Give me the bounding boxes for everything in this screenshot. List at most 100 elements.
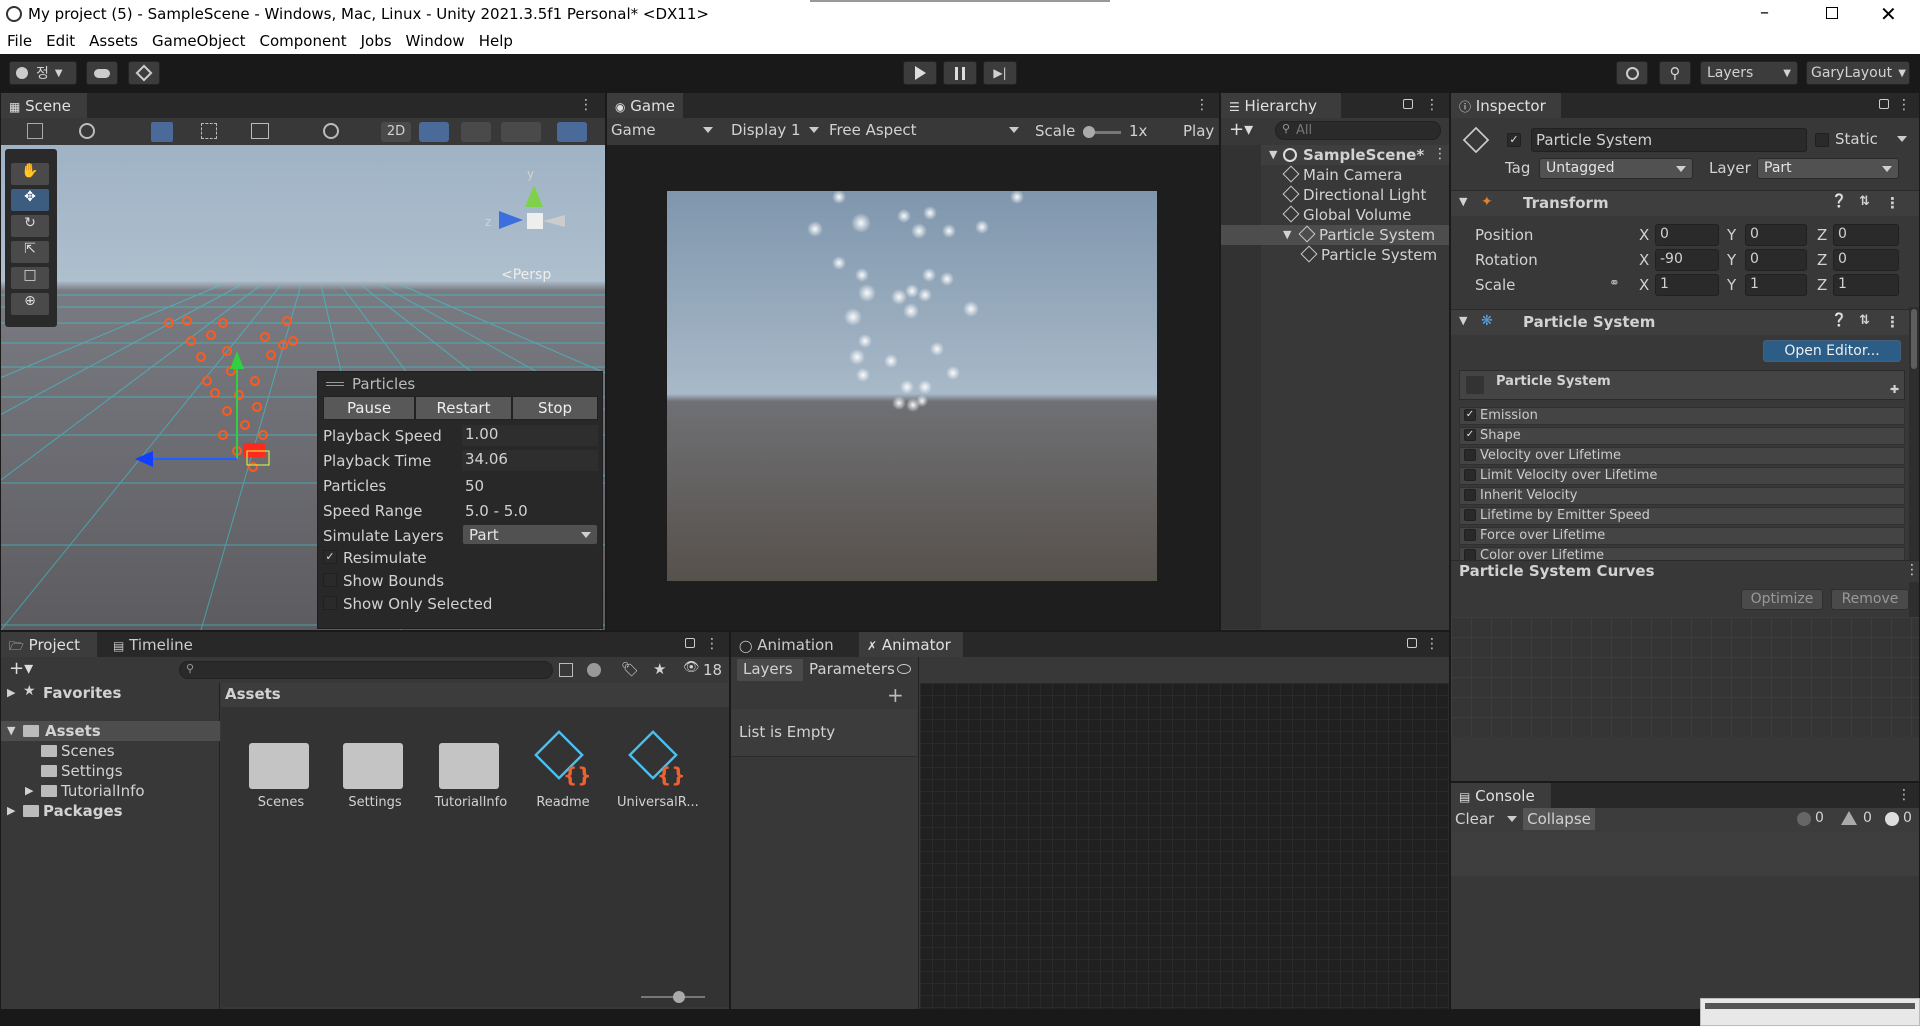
show-only-selected-checkbox[interactable]	[323, 596, 337, 610]
folder-row-tutorialinfo[interactable]: ▶ TutorialInfo	[1, 781, 220, 801]
error-icon[interactable]	[1885, 812, 1899, 826]
audio-icon[interactable]	[461, 122, 491, 142]
console-log[interactable]	[1451, 832, 1919, 1008]
tag-dropdown[interactable]: Untagged	[1539, 158, 1693, 179]
hierarchy-item[interactable]: Main Camera	[1261, 165, 1449, 185]
ps-module-row[interactable]: Lifetime by Emitter Speed	[1459, 507, 1905, 525]
particle-system-header[interactable]: ▼ ❋ Particle System ❔ ⇅ ⋮	[1451, 309, 1919, 335]
ps-module-row[interactable]: Velocity over Lifetime	[1459, 447, 1905, 465]
warning-icon[interactable]	[1841, 811, 1857, 825]
add-layer-button[interactable]: +	[887, 683, 904, 707]
project-menu-icon[interactable]: ⋮	[705, 636, 719, 652]
breadcrumb-label[interactable]: Assets	[225, 685, 281, 703]
inspector-scrollbar[interactable]	[1909, 307, 1919, 647]
play-focused-dropdown[interactable]: Play	[1183, 122, 1214, 140]
lock-icon[interactable]	[1879, 99, 1889, 109]
collapse-button[interactable]: Collapse	[1523, 808, 1595, 830]
filter-type-icon[interactable]	[587, 663, 601, 677]
taskbar-thumbnail[interactable]	[1700, 998, 1920, 1026]
tab-game[interactable]: ◉ Game	[607, 93, 683, 118]
presets-icon[interactable]: ⇅	[1859, 194, 1870, 209]
ps-module-row[interactable]: Force over Lifetime	[1459, 527, 1905, 545]
asset-folder-tutorialinfo[interactable]: TutorialInfo	[429, 735, 509, 815]
scale-slider-knob[interactable]	[1083, 126, 1095, 138]
hierarchy-item[interactable]: Particle System	[1261, 245, 1449, 265]
scale-z-field[interactable]: 1	[1833, 274, 1899, 296]
drag-handle-icon[interactable]	[326, 382, 344, 386]
restore-button[interactable]	[1822, 3, 1846, 27]
account-button[interactable]: 정 ▼	[9, 61, 77, 85]
asset-folder-settings[interactable]: Settings	[335, 735, 415, 815]
curves-menu-icon[interactable]: ⋮	[1905, 562, 1919, 578]
rect-tool-icon[interactable]: □	[11, 267, 49, 289]
position-z-field[interactable]: 0	[1833, 224, 1899, 246]
effects-icon[interactable]	[501, 122, 541, 142]
draw-mode-icon[interactable]	[27, 123, 43, 139]
hierarchy-item[interactable]: Global Volume	[1261, 205, 1449, 225]
scene-menu-icon[interactable]: ⋮	[579, 97, 593, 113]
grid-icon[interactable]	[201, 123, 217, 139]
scale-y-field[interactable]: 1	[1745, 274, 1807, 296]
layers-dropdown[interactable]: Layers ▼	[1700, 61, 1798, 85]
chevron-down-icon[interactable]	[1507, 816, 1517, 827]
layout-dropdown[interactable]: GaryLayout ▼	[1806, 61, 1910, 85]
search-scope-icon[interactable]	[559, 663, 573, 677]
animator-menu-icon[interactable]: ⋮	[1425, 636, 1439, 652]
add-module-icon[interactable]: ✚	[1890, 383, 1899, 396]
hierarchy-menu-icon[interactable]: ⋮	[1425, 97, 1439, 113]
menu-jobs[interactable]: Jobs	[354, 29, 399, 54]
menu-help[interactable]: Help	[472, 29, 520, 54]
curves-area[interactable]	[1451, 617, 1919, 737]
component-menu-icon[interactable]: ⋮	[1885, 313, 1900, 331]
history-button[interactable]	[1616, 61, 1648, 85]
console-menu-icon[interactable]: ⋮	[1897, 787, 1911, 803]
display-dropdown[interactable]: Display 1	[731, 121, 821, 139]
tab-inspector[interactable]: ⓘ Inspector	[1451, 93, 1561, 118]
lock-icon[interactable]	[1407, 638, 1417, 648]
menu-edit[interactable]: Edit	[39, 29, 82, 54]
close-window-button[interactable]: ✕	[1880, 2, 1904, 26]
folder-row-settings[interactable]: Settings	[1, 761, 220, 781]
component-menu-icon[interactable]: ⋮	[1885, 194, 1900, 212]
tab-project[interactable]: 🗁 Project	[1, 632, 97, 657]
rotation-z-field[interactable]: 0	[1833, 249, 1899, 271]
position-x-field[interactable]: 0	[1655, 224, 1719, 246]
ps-main-module[interactable]: Particle System ✚	[1459, 370, 1905, 400]
playback-speed-field[interactable]: 1.00	[462, 425, 598, 446]
ps-module-checkbox[interactable]	[1464, 489, 1476, 501]
position-y-field[interactable]: 0	[1745, 224, 1807, 246]
project-search-input[interactable]: ⚲	[179, 661, 553, 679]
search-button[interactable]: ⚲	[1659, 61, 1691, 85]
tab-timeline[interactable]: ▤ Timeline	[105, 632, 215, 657]
scene-viewport[interactable]: ✋ ✥ ↻ ⇱ □ ⊕ y z <Persp Particles Pause R…	[1, 145, 605, 630]
constrain-proportions-icon[interactable]: ⚭	[1609, 276, 1620, 291]
ps-module-checkbox[interactable]	[1464, 529, 1476, 541]
increment-snap-icon[interactable]	[251, 123, 269, 139]
menu-gameobject[interactable]: GameObject	[145, 29, 253, 54]
object-name-field[interactable]: Particle System	[1531, 128, 1807, 152]
tab-console[interactable]: ▤ Console	[1451, 783, 1551, 808]
scene-menu-icon[interactable]: ⋮	[1433, 146, 1447, 162]
help-icon[interactable]: ❔	[1831, 194, 1847, 209]
minimize-button[interactable]: –	[1760, 2, 1784, 26]
chevron-down-icon[interactable]	[1897, 136, 1907, 147]
cloud-button[interactable]	[86, 61, 118, 85]
curves-header[interactable]: Particle System Curves ⋮	[1451, 560, 1919, 582]
remove-button[interactable]: Remove	[1831, 589, 1909, 610]
pause-particles-button[interactable]: Pause	[323, 396, 415, 420]
persp-label[interactable]: <Persp	[501, 267, 551, 283]
hidden-packages-icon[interactable]: 👁	[683, 660, 700, 675]
ps-module-row[interactable]: ✓ Emission	[1459, 407, 1905, 425]
render-mode-icon[interactable]	[323, 123, 339, 139]
menu-file[interactable]: File	[0, 29, 39, 54]
parameters-tab-button[interactable]: Parameters	[805, 659, 905, 681]
scene-root-row[interactable]: ▼ SampleScene* ⋮	[1261, 145, 1449, 165]
asset-readme[interactable]: {} Readme	[523, 727, 603, 817]
ps-module-checkbox[interactable]	[1464, 509, 1476, 521]
asset-universal-render[interactable]: {} UniversalR...	[617, 727, 707, 817]
aspect-dropdown[interactable]: Free Aspect	[829, 121, 999, 139]
menu-window[interactable]: Window	[399, 29, 472, 54]
packages-row[interactable]: ▶ Packages	[1, 801, 220, 821]
visibility-icon[interactable]	[557, 122, 587, 142]
resimulate-checkbox[interactable]: ✓	[323, 550, 337, 564]
